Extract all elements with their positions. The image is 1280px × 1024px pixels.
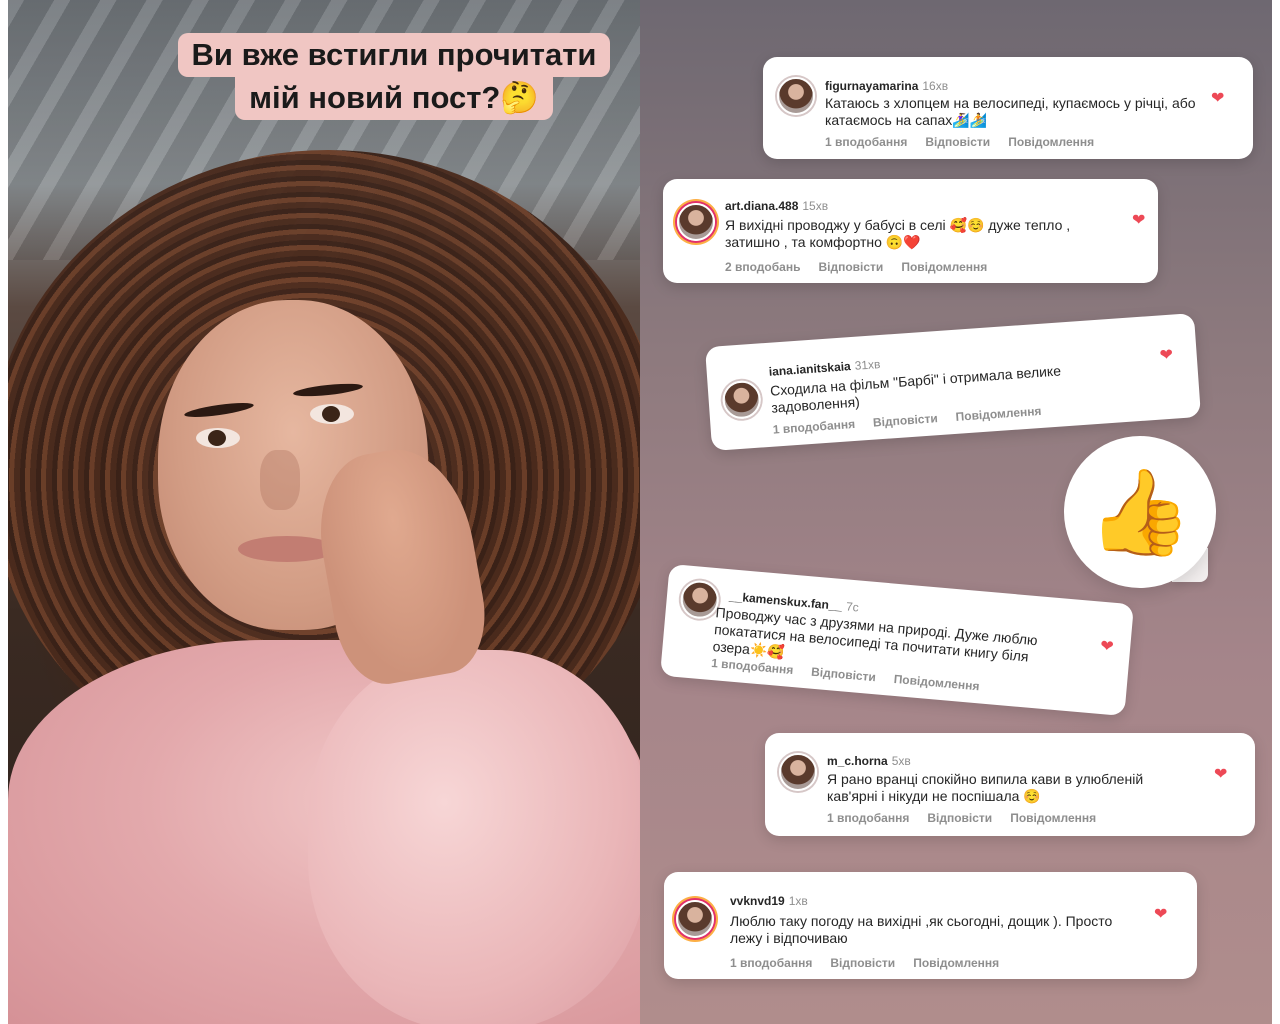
comment-card: m_c.horna 5хв Я рано вранці спокійно випи… <box>765 733 1255 836</box>
comment-username[interactable]: m_c.horna <box>827 754 888 768</box>
heart-icon[interactable]: ❤ <box>1132 213 1146 229</box>
likes-count[interactable]: 1 вподобання <box>827 811 909 825</box>
reply-button[interactable]: Відповісти <box>830 956 895 970</box>
heart-icon[interactable]: ❤ <box>1154 907 1168 923</box>
avatar[interactable] <box>679 579 721 621</box>
likes-count[interactable]: 1 вподобання <box>825 135 907 149</box>
thumbs-up-icon: 👍 <box>1087 464 1193 559</box>
comment-card: vvknvd19 1хв Люблю таку погоду на вихідні… <box>664 872 1197 979</box>
message-button[interactable]: Повідомлення <box>1010 811 1096 825</box>
comment-username[interactable]: iana.ianitskaia <box>768 359 851 379</box>
nose <box>260 450 300 510</box>
comment-username[interactable]: vvknvd19 <box>730 894 785 908</box>
thumbs-up-sticker: 👍 <box>1064 436 1216 588</box>
reply-button[interactable]: Відповісти <box>927 811 992 825</box>
comment-text: Катаюсь з хлопцем на велосипеді, купаємо… <box>825 95 1196 128</box>
story-caption: Ви вже встигли прочитати мій новий пост?… <box>158 33 630 120</box>
comment-text: Я рано вранці спокійно випила кави в улю… <box>827 771 1144 804</box>
comment-time: 31хв <box>854 357 881 373</box>
caption-line-2: мій новий пост?🤔 <box>235 76 553 120</box>
left-eye <box>196 428 240 448</box>
comment-time: 7с <box>845 599 860 615</box>
comment-text: Я вихідні проводжу у бабусі в селі 🥰☺️ д… <box>725 217 1071 250</box>
avatar[interactable] <box>779 753 817 791</box>
avatar[interactable] <box>721 379 763 421</box>
avatar[interactable] <box>677 203 715 241</box>
likes-count[interactable]: 2 вподобань <box>725 260 800 274</box>
sweater-sleeve <box>308 650 640 1024</box>
reply-button[interactable]: Відповісти <box>818 260 883 274</box>
avatar[interactable] <box>676 900 714 938</box>
comment-time: 5хв <box>891 754 911 768</box>
reply-button[interactable]: Відповісти <box>872 411 938 429</box>
comment-username[interactable]: art.diana.488 <box>725 199 798 213</box>
heart-icon[interactable]: ❤ <box>1214 767 1228 783</box>
heart-icon[interactable]: ❤ <box>1159 347 1174 365</box>
message-button[interactable]: Повідомлення <box>901 260 987 274</box>
message-button[interactable]: Повідомлення <box>955 404 1042 424</box>
reply-button[interactable]: Відповісти <box>925 135 990 149</box>
likes-count[interactable]: 1 вподобання <box>772 417 855 437</box>
heart-icon[interactable]: ❤ <box>1099 638 1115 656</box>
comment-time: 1хв <box>788 894 808 908</box>
story-photo: Ви вже встигли прочитати мій новий пост?… <box>8 0 640 1024</box>
comment-username[interactable]: figurnayamarina <box>825 79 918 93</box>
heart-icon[interactable]: ❤ <box>1211 91 1225 107</box>
comment-text: Люблю таку погоду на вихідні ,як сьогодн… <box>730 913 1113 946</box>
comment-card: figurnayamarina 16хв Катаюсь з хлопцем на… <box>763 57 1253 159</box>
comment-time: 16хв <box>922 79 949 93</box>
message-button[interactable]: Повідомлення <box>1008 135 1094 149</box>
avatar[interactable] <box>777 77 815 115</box>
message-button[interactable]: Повідомлення <box>913 956 999 970</box>
comment-card: art.diana.488 15хв Я вихідні проводжу у б… <box>663 179 1158 283</box>
caption-line-1: Ви вже встигли прочитати <box>177 33 611 77</box>
comment-time: 15хв <box>802 199 829 213</box>
likes-count[interactable]: 1 вподобання <box>730 956 812 970</box>
right-eye <box>310 404 354 424</box>
